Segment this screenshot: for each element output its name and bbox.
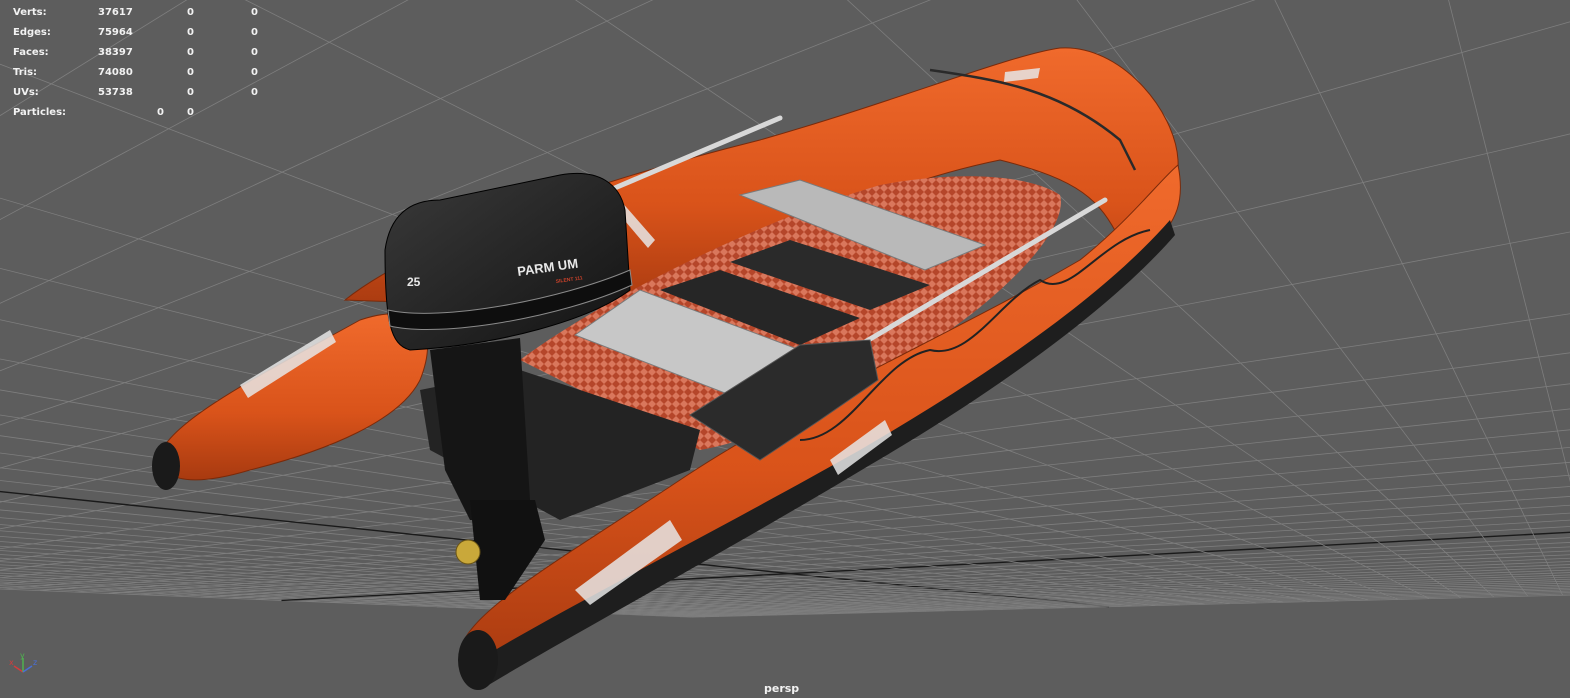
z-axis-line bbox=[22, 665, 33, 673]
hud-value: 38397 bbox=[98, 47, 133, 58]
hud-value: 0 bbox=[157, 107, 164, 118]
hud-row-particles: Particles: 0 0 bbox=[13, 103, 273, 123]
hud-value: 0 bbox=[187, 47, 194, 58]
hud-row-uvs: UVs: 53738 0 0 bbox=[13, 83, 273, 103]
hud-value: 53738 bbox=[98, 87, 133, 98]
hud-value: 0 bbox=[187, 67, 194, 78]
motor-number-text: 25 bbox=[407, 275, 421, 289]
hud-label: Faces: bbox=[13, 47, 49, 58]
near-tube-cap bbox=[458, 630, 498, 690]
hud-label: UVs: bbox=[13, 87, 39, 98]
hud-value: 0 bbox=[187, 107, 194, 118]
axis-gizmo: x y z bbox=[9, 652, 37, 673]
viewport-panel[interactable]: PARM UM SILENT 111 25 Verts: 37617 0 0 E… bbox=[0, 0, 1570, 698]
hud-value: 37617 bbox=[98, 7, 133, 18]
hud-label: Particles: bbox=[13, 107, 67, 118]
motor-shaft bbox=[430, 338, 530, 520]
hud-value: 75964 bbox=[98, 27, 133, 38]
hud-value: 0 bbox=[251, 47, 258, 58]
hud-value: 0 bbox=[187, 87, 194, 98]
z-axis-label: z bbox=[33, 658, 37, 667]
x-axis-line bbox=[13, 665, 24, 673]
hud-value: 0 bbox=[251, 7, 258, 18]
hud-row-verts: Verts: 37617 0 0 bbox=[13, 3, 273, 23]
hud-label: Tris: bbox=[13, 67, 38, 78]
x-axis-label: x bbox=[9, 658, 14, 667]
hud-row-faces: Faces: 38397 0 0 bbox=[13, 43, 273, 63]
hud-row-edges: Edges: 75964 0 0 bbox=[13, 23, 273, 43]
left-tube-cap bbox=[152, 442, 180, 490]
hud-value: 0 bbox=[251, 67, 258, 78]
poly-count-hud: Verts: 37617 0 0 Edges: 75964 0 0 Faces:… bbox=[13, 3, 273, 123]
hud-label: Edges: bbox=[13, 27, 51, 38]
hud-row-tris: Tris: 74080 0 0 bbox=[13, 63, 273, 83]
grid-line bbox=[1424, 0, 1570, 593]
propeller bbox=[455, 539, 481, 565]
y-axis-label: y bbox=[20, 652, 25, 660]
hud-value: 0 bbox=[187, 27, 194, 38]
hud-label: Verts: bbox=[13, 7, 47, 18]
hud-value: 0 bbox=[251, 27, 258, 38]
hud-value: 0 bbox=[187, 7, 194, 18]
hud-value: 74080 bbox=[98, 67, 133, 78]
hud-value: 0 bbox=[251, 87, 258, 98]
camera-name-label: persp bbox=[764, 682, 800, 695]
